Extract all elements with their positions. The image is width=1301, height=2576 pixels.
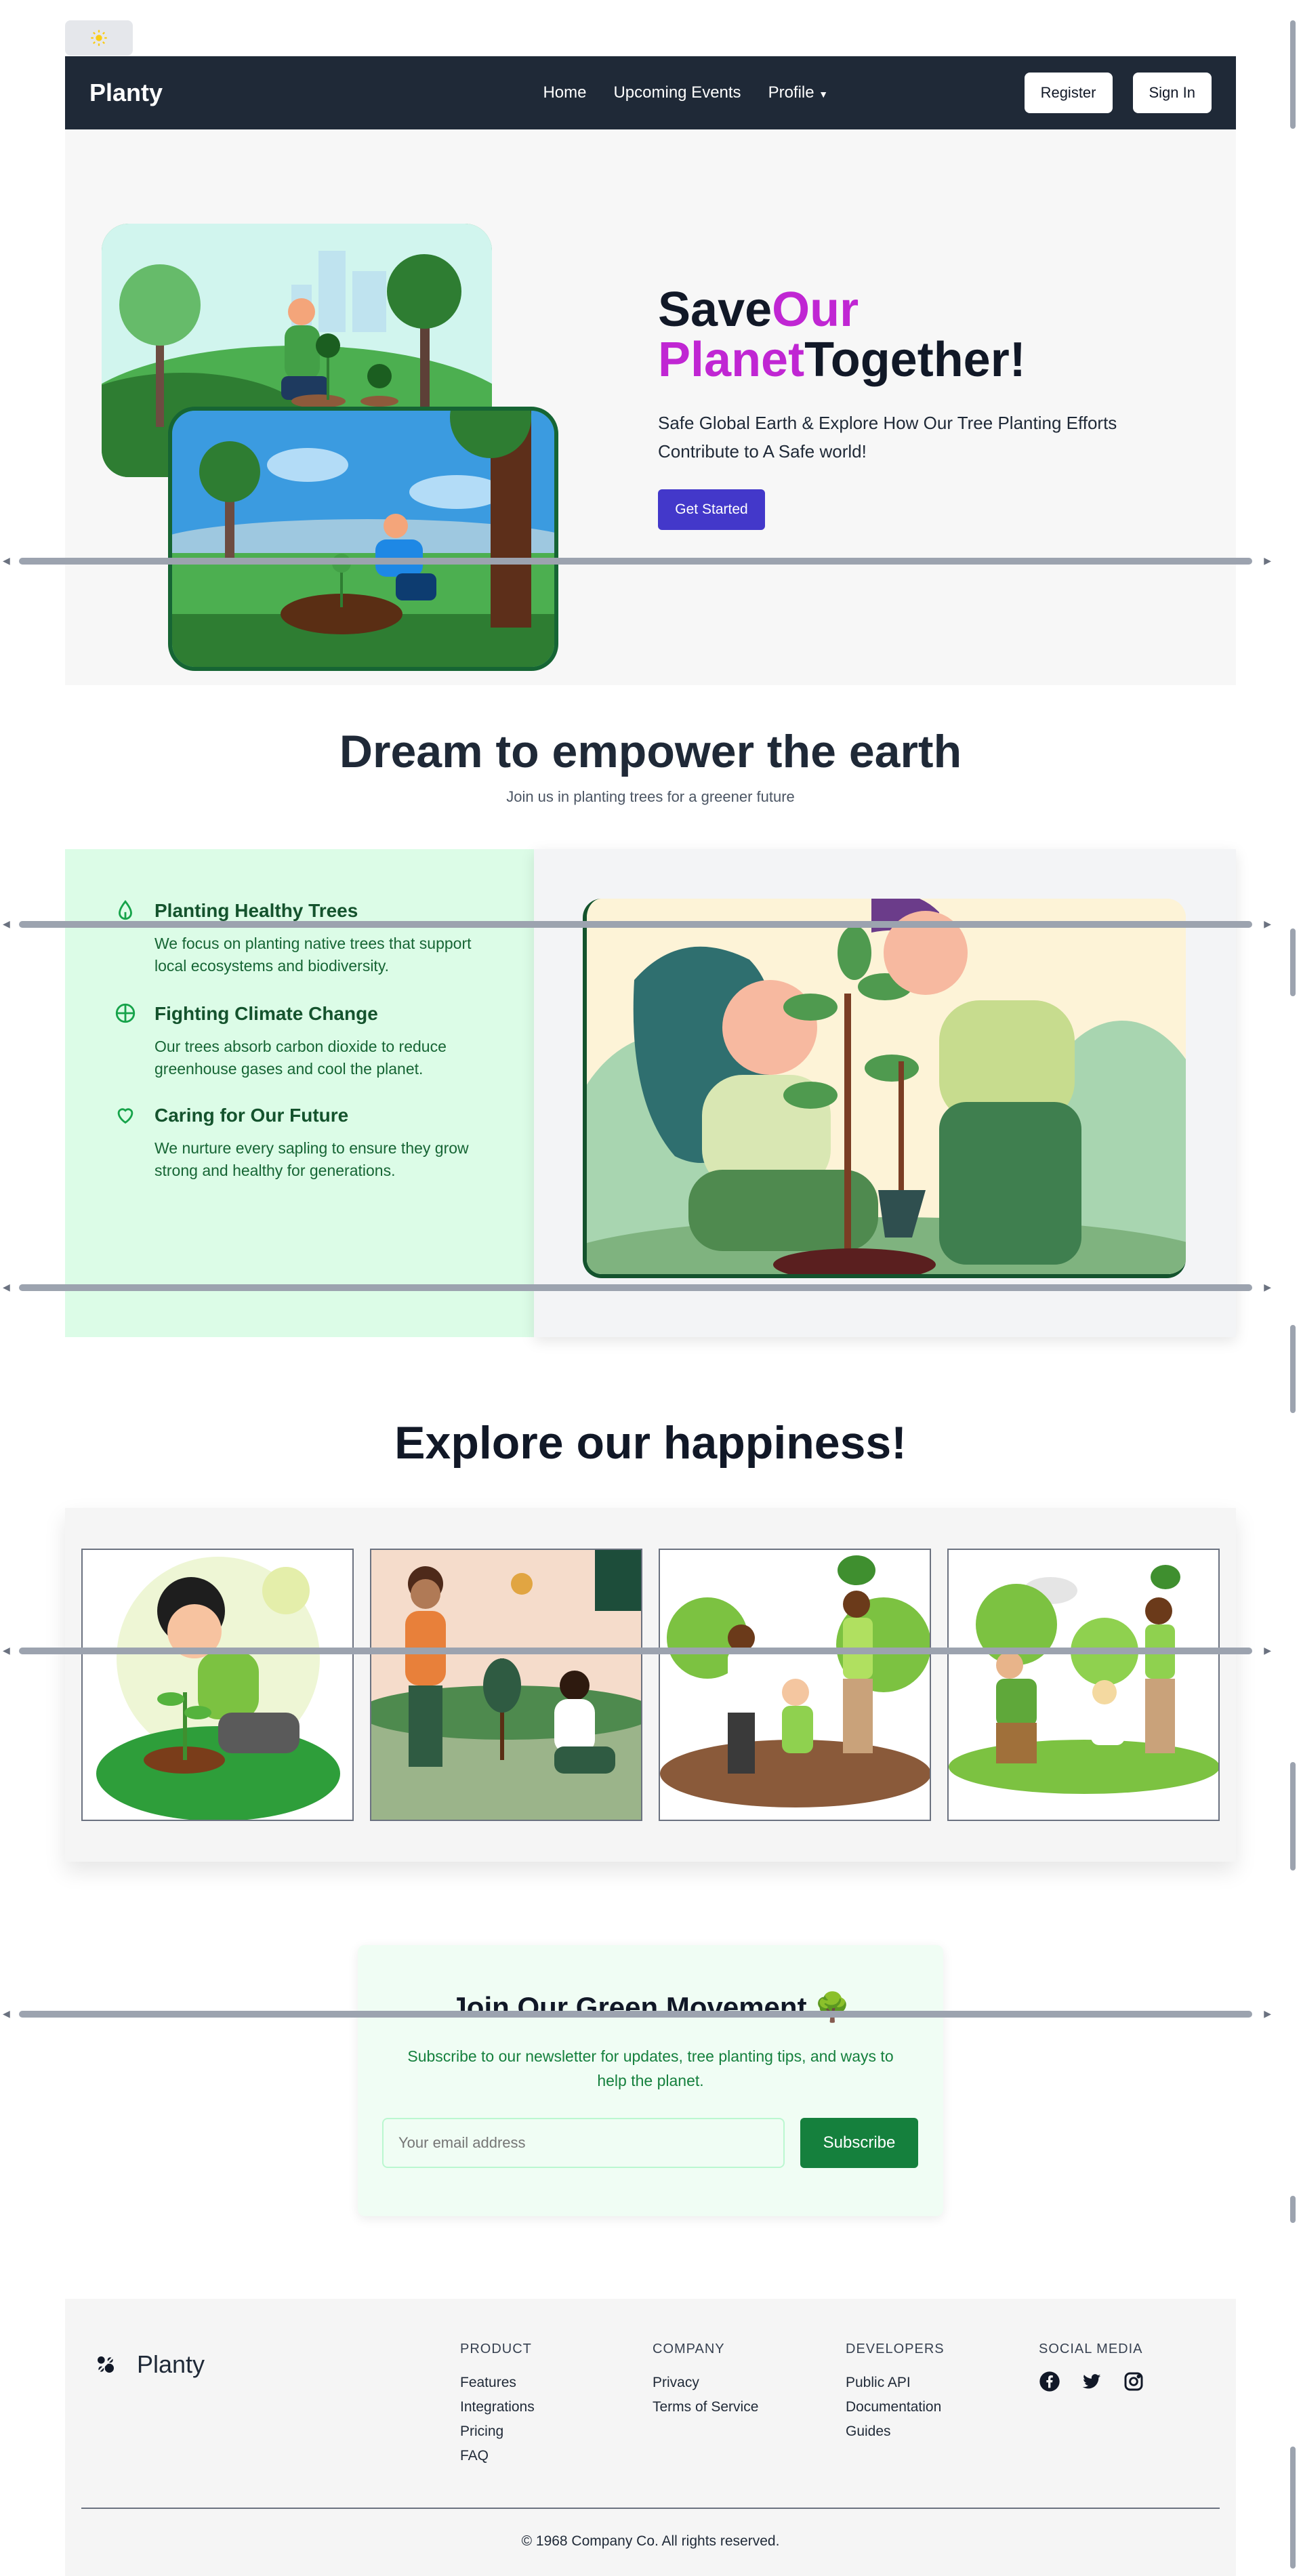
scroll-right-icon[interactable]: ▶ bbox=[1264, 1282, 1271, 1293]
feature-text: Our trees absorb carbon dioxide to reduc… bbox=[154, 1038, 447, 1078]
facebook-icon[interactable] bbox=[1039, 2371, 1060, 2392]
mission-title: Dream to empower the earth bbox=[339, 726, 962, 777]
tree-planting-couple-illustration bbox=[583, 899, 1186, 1278]
nav-upcoming-events[interactable]: Upcoming Events bbox=[613, 83, 741, 102]
footer-link-terms[interactable]: Terms of Service bbox=[653, 2395, 758, 2419]
instagram-icon[interactable] bbox=[1123, 2371, 1144, 2392]
vertical-scrollbar-thumb[interactable] bbox=[1290, 1325, 1296, 1413]
horizontal-scrollbar[interactable]: ◀ ▶ bbox=[0, 918, 1290, 929]
footer-heading: DEVELOPERS bbox=[846, 2342, 945, 2356]
horizontal-scrollbar[interactable]: ◀ ▶ bbox=[0, 1282, 1290, 1292]
sign-in-button[interactable]: Sign In bbox=[1132, 73, 1212, 113]
nav-profile-dropdown[interactable]: Profile ▼ bbox=[768, 83, 829, 102]
vertical-scrollbar-thumb[interactable] bbox=[1290, 1762, 1296, 1870]
hero-title-our: Our bbox=[772, 283, 859, 337]
footer-column-social: SOCIAL MEDIA bbox=[1039, 2342, 1144, 2392]
get-started-button[interactable]: Get Started bbox=[658, 489, 765, 530]
hero-title: SaveOur PlanetTogether! bbox=[658, 285, 1026, 385]
vertical-scrollbar-thumb[interactable] bbox=[1290, 928, 1296, 996]
footer-link-faq[interactable]: FAQ bbox=[460, 2444, 535, 2468]
heart-icon bbox=[117, 1108, 133, 1124]
gallery-image-watering[interactable] bbox=[370, 1549, 642, 1821]
subscribe-button[interactable]: Subscribe bbox=[800, 2118, 918, 2168]
horizontal-scrollbar[interactable]: ◀ ▶ bbox=[0, 2008, 1290, 2019]
footer-link-documentation[interactable]: Documentation bbox=[846, 2395, 945, 2419]
scroll-left-icon[interactable]: ◀ bbox=[3, 1645, 10, 1656]
footer-link-features[interactable]: Features bbox=[460, 2371, 535, 2395]
caret-down-icon: ▼ bbox=[819, 89, 829, 100]
footer-column-product: PRODUCT Features Integrations Pricing FA… bbox=[460, 2342, 535, 2468]
footer-link-guides[interactable]: Guides bbox=[846, 2419, 945, 2444]
scroll-right-icon[interactable]: ▶ bbox=[1264, 555, 1271, 567]
globe-icon bbox=[115, 1003, 136, 1023]
planty-logo-icon bbox=[98, 2356, 114, 2373]
nav-links: Home Upcoming Events Profile ▼ bbox=[347, 83, 1025, 102]
nav-home[interactable]: Home bbox=[543, 83, 586, 102]
nav-profile-label: Profile bbox=[768, 83, 814, 102]
vertical-scrollbar-thumb[interactable] bbox=[1290, 2196, 1296, 2223]
newsletter-email-input[interactable] bbox=[382, 2118, 785, 2168]
scroll-right-icon[interactable]: ▶ bbox=[1264, 1645, 1271, 1656]
scroll-left-icon[interactable]: ◀ bbox=[3, 555, 10, 567]
hero-illustration-planter bbox=[168, 407, 558, 671]
newsletter-text: Subscribe to our newsletter for updates,… bbox=[407, 2047, 894, 2089]
scrollbar-thumb[interactable] bbox=[19, 921, 1252, 928]
register-button[interactable]: Register bbox=[1024, 73, 1113, 113]
scroll-right-icon[interactable]: ▶ bbox=[1264, 918, 1271, 930]
feature-text: We focus on planting native trees that s… bbox=[154, 935, 472, 975]
gallery-image-group-planting[interactable] bbox=[659, 1549, 931, 1821]
theme-toggle-button[interactable] bbox=[65, 20, 133, 56]
horizontal-scrollbar[interactable]: ◀ ▶ bbox=[0, 1645, 1290, 1656]
scroll-left-icon[interactable]: ◀ bbox=[3, 918, 10, 930]
scroll-left-icon[interactable]: ◀ bbox=[3, 1282, 10, 1293]
footer-heading: PRODUCT bbox=[460, 2342, 532, 2356]
mission-subtitle: Join us in planting trees for a greener … bbox=[506, 788, 795, 805]
footer-brand-name: Planty bbox=[137, 2350, 205, 2378]
footer-column-developers: DEVELOPERS Public API Documentation Guid… bbox=[846, 2342, 945, 2444]
gallery-title: Explore our happiness! bbox=[394, 1417, 907, 1469]
horizontal-scrollbar[interactable]: ◀ ▶ bbox=[0, 555, 1290, 566]
copyright-text: © 1968 Company Co. All rights reserved. bbox=[521, 2533, 780, 2549]
social-icons bbox=[1039, 2371, 1144, 2392]
footer-divider bbox=[81, 2508, 1220, 2509]
gallery-image-team-gardening[interactable] bbox=[947, 1549, 1220, 1821]
footer-column-company: COMPANY Privacy Terms of Service bbox=[653, 2342, 758, 2419]
hero-subtitle: Safe Global Earth & Explore How Our Tree… bbox=[658, 413, 1117, 462]
scrollbar-thumb[interactable] bbox=[19, 2011, 1252, 2018]
footer-link-pricing[interactable]: Pricing bbox=[460, 2419, 535, 2444]
feature-text: We nurture every sapling to ensure they … bbox=[154, 1139, 469, 1179]
scroll-left-icon[interactable]: ◀ bbox=[3, 2008, 10, 2020]
footer-link-integrations[interactable]: Integrations bbox=[460, 2395, 535, 2419]
gallery-image-boy-planting[interactable] bbox=[81, 1549, 354, 1821]
scrollbar-thumb[interactable] bbox=[19, 558, 1252, 565]
feature-title: Fighting Climate Change bbox=[154, 1003, 378, 1024]
vertical-scrollbar-thumb[interactable] bbox=[1290, 20, 1296, 129]
footer-brand[interactable]: Planty bbox=[95, 2350, 205, 2379]
navbar: Planty Home Upcoming Events Profile ▼ Re… bbox=[65, 56, 1236, 129]
hero-title-save: Save bbox=[658, 283, 772, 337]
scrollbar-thumb[interactable] bbox=[19, 1648, 1252, 1654]
scroll-right-icon[interactable]: ▶ bbox=[1264, 2008, 1271, 2020]
scrollbar-thumb[interactable] bbox=[19, 1284, 1252, 1291]
footer-heading: SOCIAL MEDIA bbox=[1039, 2342, 1143, 2356]
footer-link-privacy[interactable]: Privacy bbox=[653, 2371, 758, 2395]
footer-link-public-api[interactable]: Public API bbox=[846, 2371, 945, 2395]
hero-title-planet: Planet bbox=[658, 333, 805, 387]
sun-icon bbox=[91, 30, 107, 46]
hero-title-together: Together! bbox=[804, 333, 1026, 387]
twitter-icon[interactable] bbox=[1081, 2371, 1102, 2392]
vertical-scrollbar-thumb[interactable] bbox=[1290, 2447, 1296, 2569]
feature-title: Caring for Our Future bbox=[154, 1105, 349, 1126]
footer-heading: COMPANY bbox=[653, 2342, 725, 2356]
